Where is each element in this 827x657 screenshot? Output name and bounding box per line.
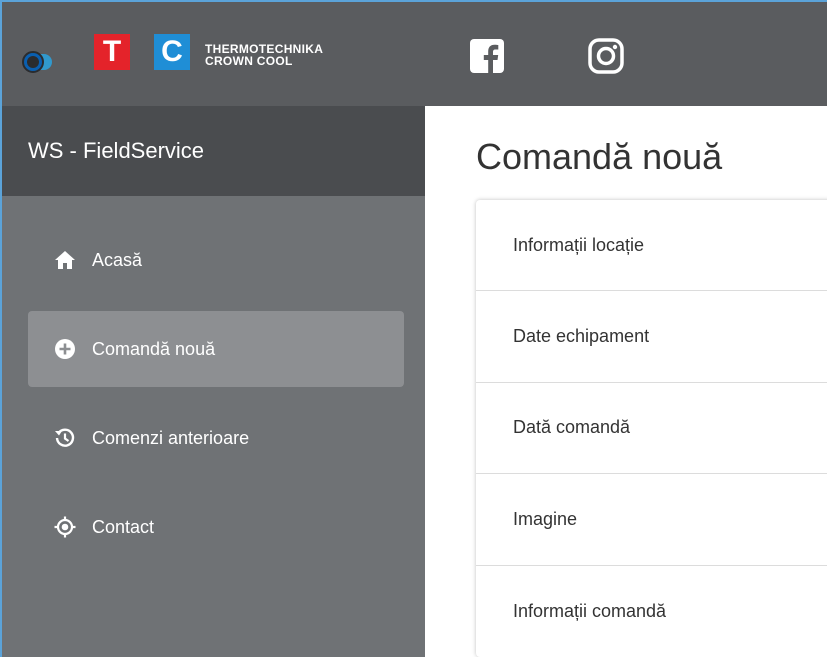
app-window: T C THERMOTECHNIKA CROWN COOL WS - Field… [0,0,827,657]
toggle-knob-icon [22,51,44,73]
plus-circle-icon [54,338,76,360]
sidebar-item-home[interactable]: Acasă [28,222,404,298]
sidebar-item-label: Acasă [92,250,143,270]
sidebar-item-label: Comenzi anterioare [92,428,250,448]
section-order-info[interactable]: Informații comandă [476,566,827,657]
sidebar-title: WS - FieldService [28,138,205,163]
logo-t-badge: T [94,34,130,70]
instagram-icon[interactable] [588,38,624,74]
brand-logo[interactable]: T C THERMOTECHNIKA CROWN COOL [2,2,425,106]
sidebar-item-previous-orders[interactable]: Comenzi anterioare [28,400,404,476]
sidebar: WS - FieldService Acasă Comandă nouă Com… [2,106,425,657]
sidebar-header: WS - FieldService [2,106,425,196]
sidebar-item-contact[interactable]: Contact [28,489,404,565]
section-location-info[interactable]: Informații locație [476,200,827,292]
home-icon [54,249,76,271]
facebook-icon[interactable] [469,38,505,74]
section-order-date[interactable]: Dată comandă [476,383,827,475]
main-content: Comandă nouă Informații locație Date ech… [425,106,827,657]
sidebar-item-label: Comandă nouă [92,339,216,359]
sidebar-item-new-order[interactable]: Comandă nouă [28,311,404,387]
section-equipment-data[interactable]: Date echipament [476,291,827,383]
top-bar: T C THERMOTECHNIKA CROWN COOL [2,2,827,106]
order-sections-card: Informații locație Date echipament Dată … [476,200,827,657]
sidebar-item-label: Contact [92,517,155,537]
section-image[interactable]: Imagine [476,474,827,566]
location-target-icon [54,516,76,538]
logo-c-badge: C [154,34,190,70]
brand-line-2: CROWN COOL [205,54,293,68]
history-icon [54,427,76,449]
brand-name: THERMOTECHNIKA CROWN COOL [205,43,323,67]
page-title: Comandă nouă [476,136,723,177]
